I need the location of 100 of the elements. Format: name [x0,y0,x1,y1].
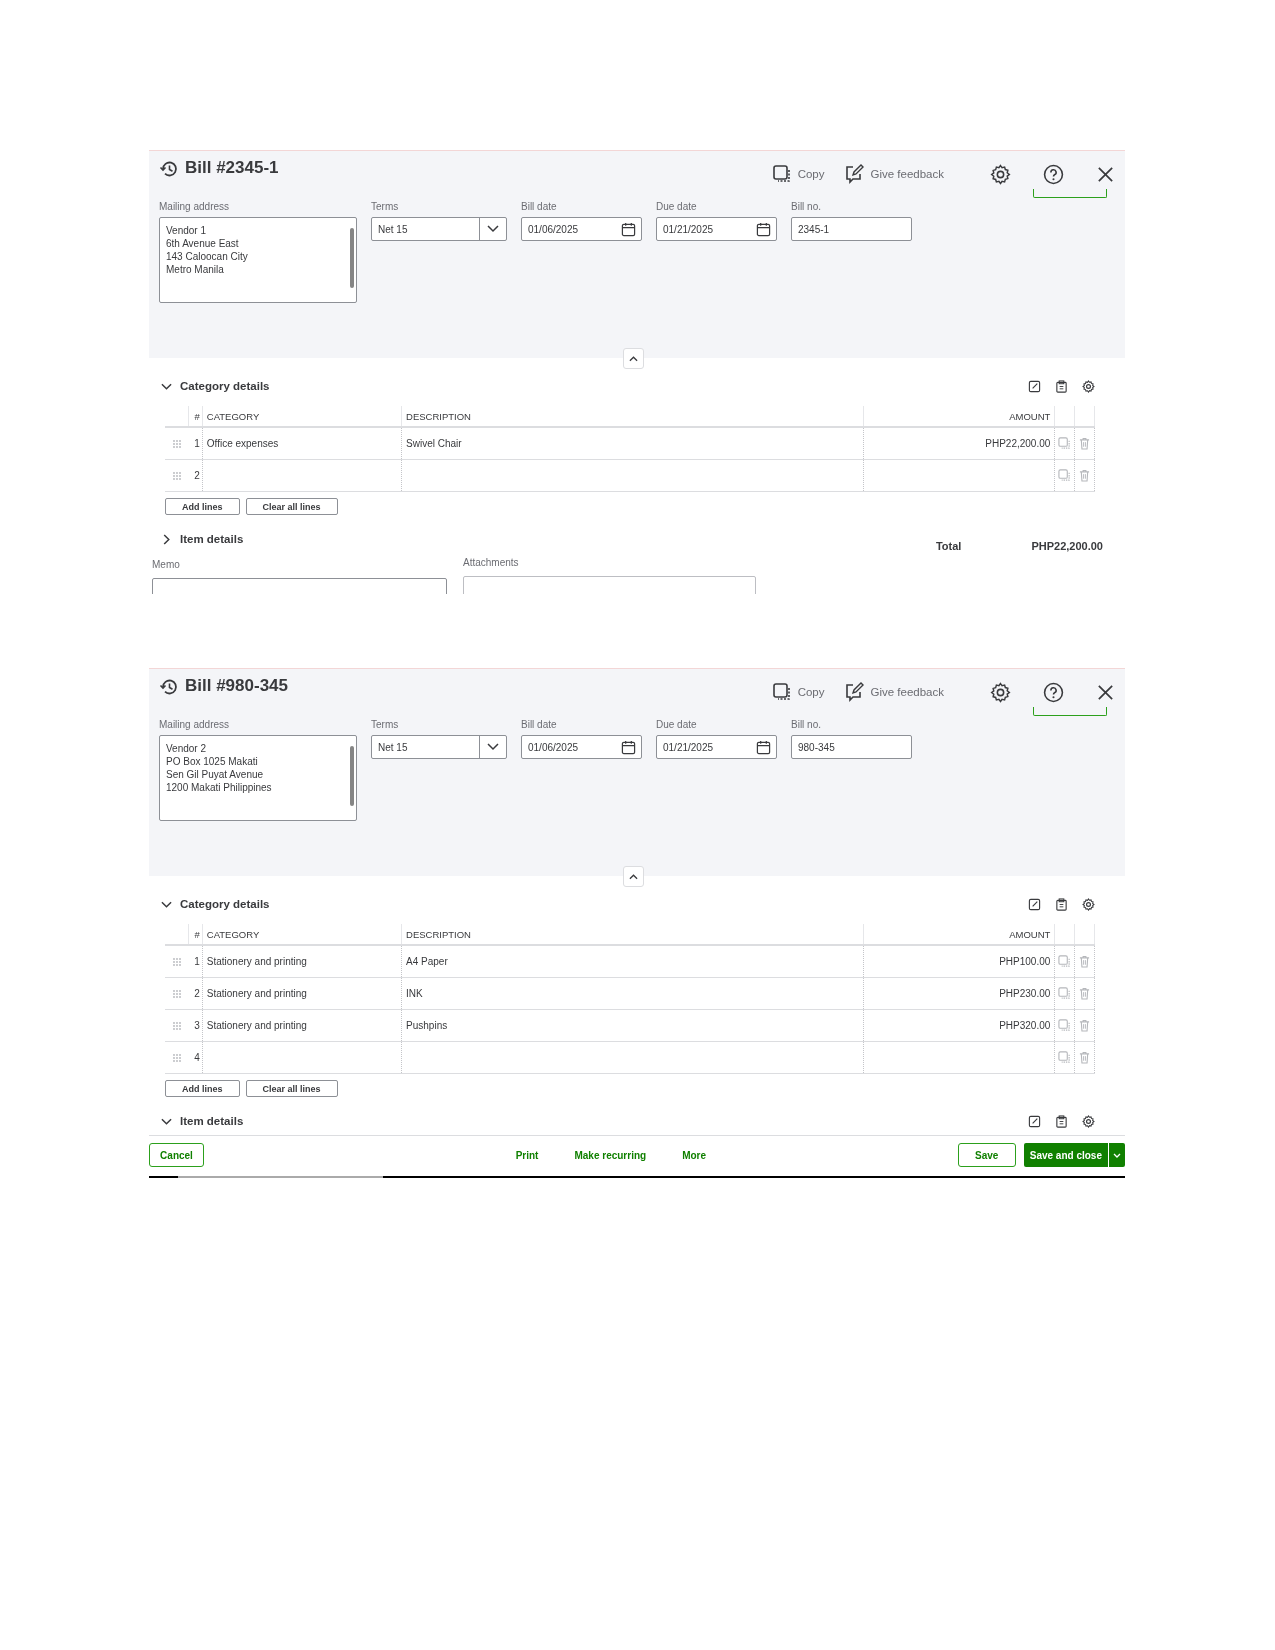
address-line: PO Box 1025 Makati [166,756,259,767]
calendar-icon[interactable] [756,739,771,755]
chevron-right-icon [161,533,172,545]
trash-icon[interactable] [1079,1019,1091,1032]
address-line: 1200 Makati Philippines [166,782,273,793]
trash-icon[interactable] [1079,437,1091,450]
clipboard-icon[interactable] [1055,379,1068,393]
column-header: CATEGORY [202,406,403,426]
bill-number-field[interactable]: 2345-1 [791,217,912,241]
field-label: Bill date [521,201,558,212]
settings-icon[interactable] [990,681,1011,703]
footer-link[interactable]: Make recurring [574,1149,647,1161]
calendar-icon[interactable] [621,221,636,237]
header-action-button[interactable]: Copy [771,164,825,184]
table-cell: INK [406,988,423,999]
drag-handle-icon[interactable] [172,1053,181,1062]
header-action-button[interactable]: Give feedback [844,164,944,184]
collapse-button[interactable] [623,866,644,887]
settings-icon[interactable] [990,163,1011,185]
column-header: AMOUNT [864,406,1056,426]
trash-icon[interactable] [1079,987,1091,1000]
bill-title: Bill #2345-1 [185,158,279,178]
footer-link[interactable]: Print [515,1149,539,1161]
field-label: Bill no. [791,719,822,730]
date-field[interactable]: 01/21/2025 [656,735,777,759]
table-cell: Swivel Chair [406,438,462,449]
settings-icon[interactable] [1082,897,1095,911]
line-number: 3 [194,1020,200,1031]
column-header: # [188,406,203,426]
address-line: Sen Gil Puyat Avenue [166,769,265,780]
field-label: Terms [371,719,400,730]
terms-dropdown[interactable]: Net 15 [371,217,507,241]
table-cell: PHP100.00 [999,956,1051,967]
drag-handle-icon[interactable] [172,471,181,480]
header-action-button[interactable]: Copy [771,682,825,702]
drag-handle-icon[interactable] [172,957,181,966]
table-cell: Stationery and printing [206,956,307,967]
settings-icon[interactable] [1082,1114,1095,1128]
settings-icon[interactable] [1082,379,1095,393]
clipboard-icon[interactable] [1055,897,1068,911]
section-toggle[interactable]: Item details [159,1115,244,1127]
save-button[interactable]: Save [957,1143,1016,1167]
header-action-button[interactable]: Give feedback [844,682,944,702]
trash-icon[interactable] [1079,955,1091,968]
terms-dropdown[interactable]: Net 15 [371,735,507,759]
calendar-icon[interactable] [756,221,771,237]
calendar-icon[interactable] [621,739,636,755]
field-label: Mailing address [159,719,231,730]
table-action-button[interactable]: Clear all lines [245,498,338,515]
clipboard-icon[interactable] [1055,1114,1068,1128]
column-header: DESCRIPTION [402,924,864,944]
table-cell: PHP320.00 [999,1020,1051,1031]
date-field[interactable]: 01/06/2025 [521,735,642,759]
table-action-button[interactable]: Clear all lines [245,1080,338,1097]
help-icon[interactable] [1043,681,1064,703]
address-field[interactable]: Vendor 1 6th Avenue East 143 Caloocan City Metro Manila [159,217,357,303]
edit-icon[interactable] [1028,897,1041,911]
chevron-down-icon [487,743,499,751]
cancel-button[interactable]: Cancel [149,1143,204,1167]
address-line: Vendor 1 [166,225,208,236]
address-line: 143 Caloocan City [166,251,249,262]
history-icon[interactable] [159,159,179,179]
address-line: Metro Manila [166,264,225,275]
drag-handle-icon[interactable] [172,1021,181,1030]
field-label: Bill no. [791,201,822,212]
address-field[interactable]: Vendor 2 PO Box 1025 Makati Sen Gil Puyat Avenue 1200 Makati Philippines [159,735,357,821]
trash-icon[interactable] [1079,469,1091,482]
table-cell: PHP230.00 [999,988,1051,999]
date-field[interactable]: 01/06/2025 [521,217,642,241]
field-label: Due date [656,201,698,212]
section-toggle[interactable]: Item details [159,533,244,545]
table-cell: Stationery and printing [206,988,307,999]
table-action-button[interactable]: Add lines [165,1080,240,1097]
edit-icon[interactable] [1028,1114,1041,1128]
history-icon[interactable] [159,677,179,697]
bill-number-field[interactable]: 980-345 [791,735,912,759]
drag-handle-icon[interactable] [172,439,181,448]
footer-link[interactable]: More [682,1149,707,1161]
close-icon[interactable] [1096,682,1115,702]
save-and-close-button[interactable]: Save and close [1023,1143,1108,1167]
close-icon[interactable] [1096,164,1115,184]
table-cell: PHP22,200.00 [985,438,1051,449]
edit-icon[interactable] [1028,379,1041,393]
line-number: 4 [194,1052,200,1063]
collapse-button[interactable] [623,348,644,369]
date-field[interactable]: 01/21/2025 [656,217,777,241]
field-label: Attachments [463,557,520,568]
table-action-button[interactable]: Add lines [165,498,240,515]
address-line: Vendor 2 [166,743,208,754]
field-label: Memo [152,559,181,570]
help-icon[interactable] [1043,163,1064,185]
trash-icon[interactable] [1079,1051,1091,1064]
field-label: Terms [371,201,400,212]
total-amount: PHP22,200.00 [1031,540,1103,552]
section-toggle[interactable]: Category details [159,898,270,910]
dropdown-button[interactable] [1109,1143,1125,1167]
drag-handle-icon[interactable] [172,989,181,998]
line-number: 2 [194,988,200,999]
section-toggle[interactable]: Category details [159,380,270,392]
address-line: 6th Avenue East [166,238,240,249]
